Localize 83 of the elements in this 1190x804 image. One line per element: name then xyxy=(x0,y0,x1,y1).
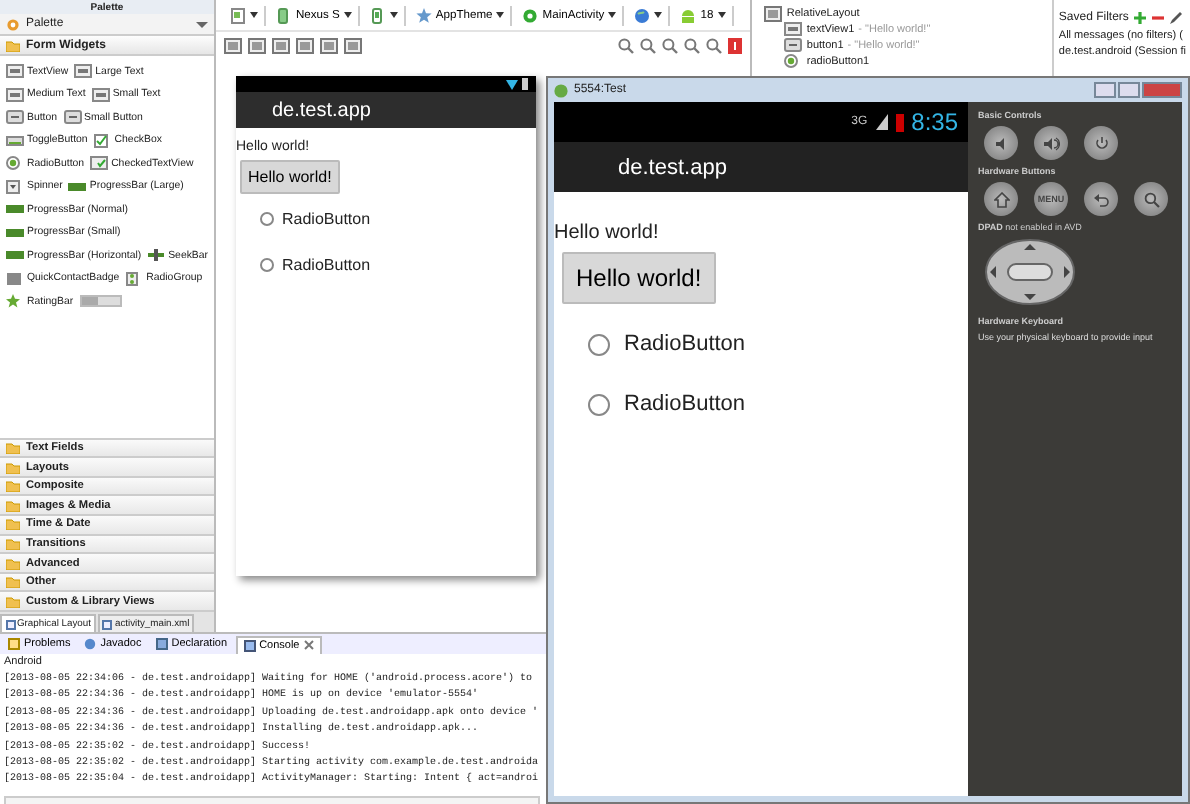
power-icon xyxy=(1093,135,1109,151)
battery-icon xyxy=(895,113,904,131)
star-icon xyxy=(415,7,432,23)
error-icon[interactable] xyxy=(728,38,743,54)
dpad-control[interactable] xyxy=(984,238,1076,306)
volume-down-icon xyxy=(993,135,1009,151)
radio-label: RadioButton xyxy=(282,256,371,274)
home-icon xyxy=(993,191,1009,207)
volume-down-button[interactable] xyxy=(984,126,1018,160)
caret-icon xyxy=(250,12,258,18)
signal-icon xyxy=(875,114,888,130)
phone-icon xyxy=(276,7,292,23)
app-button[interactable]: Hello world! xyxy=(562,252,716,304)
checked-text-icon[interactable] xyxy=(90,156,109,171)
remove-icon[interactable] xyxy=(1152,12,1165,24)
home-button[interactable] xyxy=(984,182,1018,216)
progress-bar-icon[interactable] xyxy=(6,202,24,217)
button-icon xyxy=(784,38,803,54)
declaration-icon xyxy=(155,638,168,650)
star-icon[interactable] xyxy=(6,294,24,309)
app-title: de.test.app xyxy=(554,142,968,192)
volume-up-button[interactable] xyxy=(1034,126,1068,160)
minimize-button[interactable] xyxy=(1094,82,1116,98)
radio-icon xyxy=(784,54,803,70)
menu-icon[interactable] xyxy=(196,19,208,29)
search-icon xyxy=(1143,191,1159,207)
slider-bar-icon[interactable] xyxy=(79,294,122,309)
zoom-icon[interactable] xyxy=(640,38,657,54)
radio-group-icon[interactable] xyxy=(125,271,144,286)
radio-button[interactable] xyxy=(588,393,610,415)
document-icon xyxy=(230,7,246,23)
app-title: de.test.app xyxy=(236,92,536,128)
radio-label: RadioButton xyxy=(282,210,371,228)
seek-bar-icon[interactable] xyxy=(147,248,166,263)
zoom-icon[interactable] xyxy=(706,38,723,54)
progress-bar-icon[interactable] xyxy=(6,248,24,263)
button-icon[interactable] xyxy=(63,110,81,125)
activity-icon xyxy=(522,7,539,23)
console-icon xyxy=(243,639,256,651)
battery-icon xyxy=(522,78,528,90)
caret-icon xyxy=(496,12,505,18)
close-icon xyxy=(303,640,314,650)
radio-label: RadioButton xyxy=(624,332,746,356)
button-icon[interactable] xyxy=(6,110,24,125)
back-button[interactable] xyxy=(1084,182,1118,216)
radio-button[interactable] xyxy=(588,333,610,355)
maximize-button[interactable] xyxy=(1118,82,1140,98)
progress-bar-icon[interactable] xyxy=(68,179,87,194)
xml-file-icon xyxy=(102,619,113,629)
caret-icon xyxy=(343,12,352,18)
volume-up-icon xyxy=(1043,135,1059,151)
scrollbar[interactable] xyxy=(4,795,540,804)
search-button[interactable] xyxy=(1134,182,1168,216)
clock: 8:35 xyxy=(911,108,958,136)
spinner-icon[interactable] xyxy=(6,179,24,194)
globe-icon xyxy=(634,7,651,23)
back-icon xyxy=(1093,191,1109,207)
text-view-icon xyxy=(784,22,803,38)
radio-button[interactable] xyxy=(260,258,274,272)
caret-icon xyxy=(717,12,726,18)
caret-icon xyxy=(389,12,398,18)
caret-icon xyxy=(608,12,617,18)
progress-bar-icon[interactable] xyxy=(6,225,24,240)
zoom-icon[interactable] xyxy=(684,38,701,54)
radio-icon[interactable] xyxy=(6,156,24,171)
edit-icon[interactable] xyxy=(1170,12,1183,24)
zoom-icon[interactable] xyxy=(662,38,679,54)
javadoc-icon xyxy=(84,638,97,650)
add-icon[interactable] xyxy=(1134,12,1147,24)
layout-icon xyxy=(5,619,15,629)
contact-badge-icon[interactable] xyxy=(6,271,24,286)
problems-icon xyxy=(8,638,20,650)
caret-icon xyxy=(654,12,663,18)
text-view: Hello world! xyxy=(554,222,659,244)
phone-icon xyxy=(369,7,386,23)
radio-button[interactable] xyxy=(260,212,274,226)
toggle-icon[interactable] xyxy=(6,133,24,148)
preview-button[interactable]: Hello world! xyxy=(240,160,340,194)
zoom-icon[interactable] xyxy=(618,38,635,54)
radio-label: RadioButton xyxy=(624,392,746,416)
checkbox-icon[interactable] xyxy=(93,133,112,148)
power-button[interactable] xyxy=(1084,126,1118,160)
layout-icon xyxy=(764,6,783,22)
